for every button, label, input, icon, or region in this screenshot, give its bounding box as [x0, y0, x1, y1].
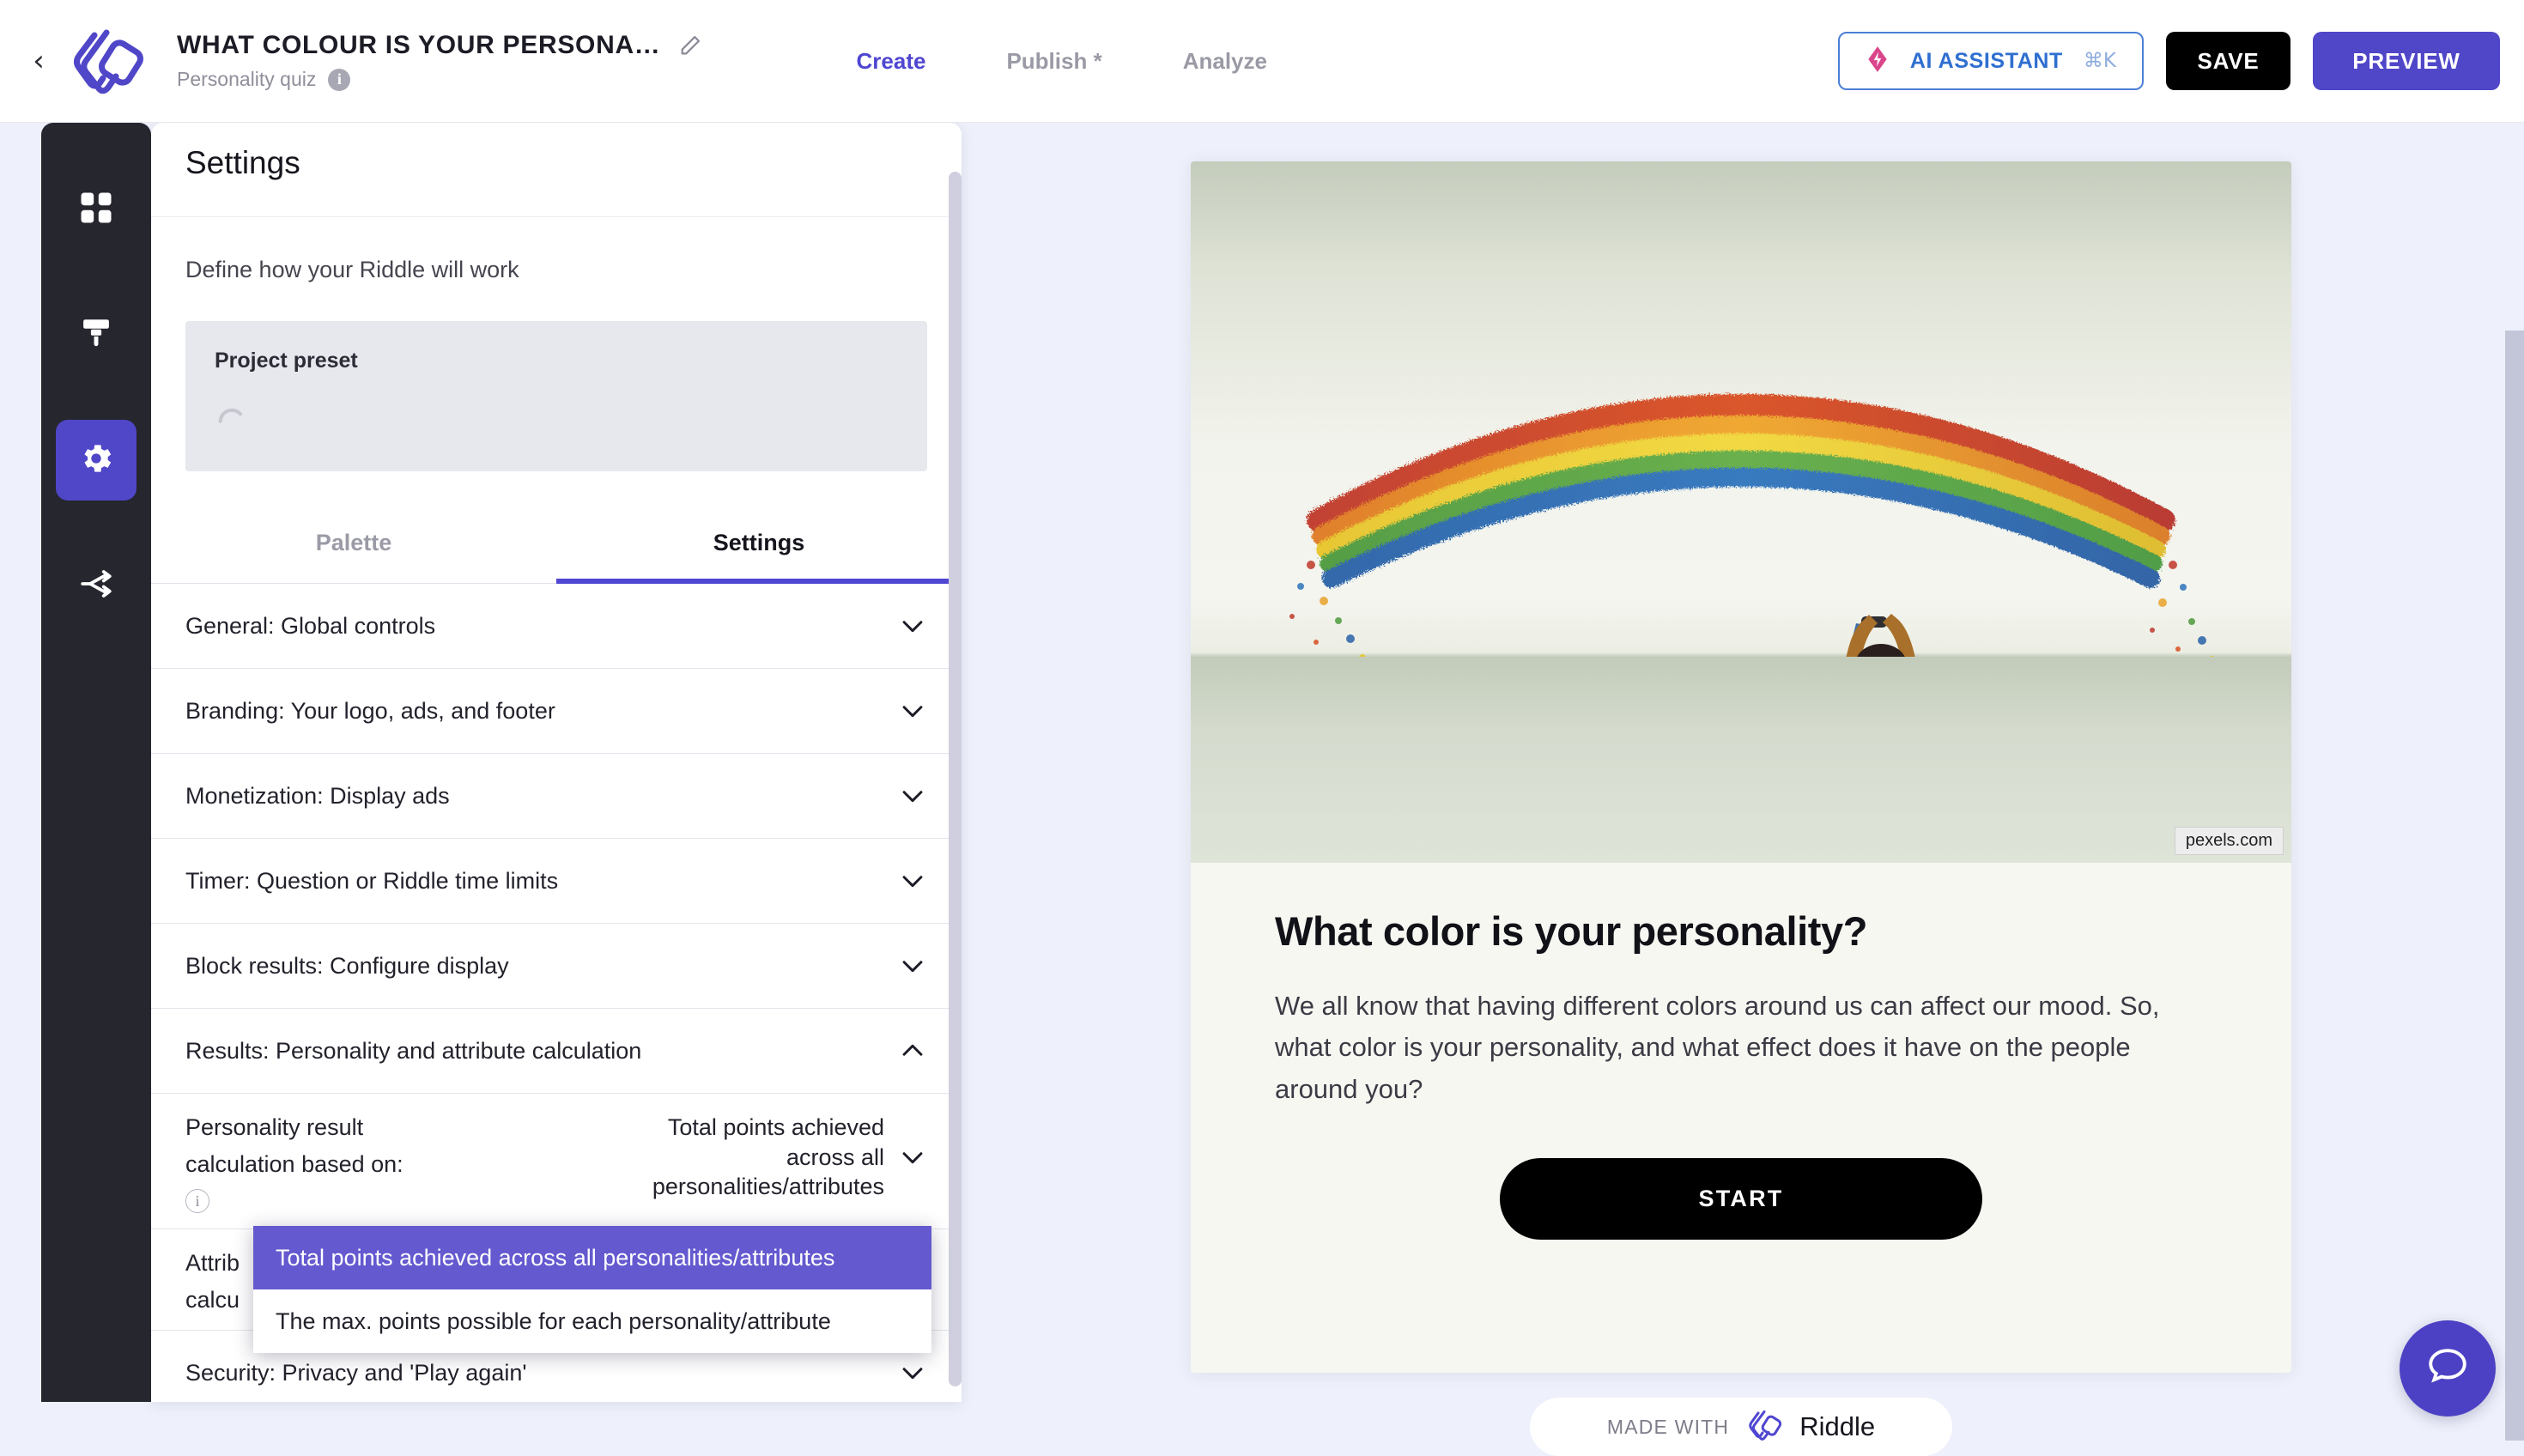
start-button[interactable]: START [1500, 1158, 1982, 1241]
accordion-general-label: General: Global controls [185, 612, 436, 639]
save-button[interactable]: SAVE [2166, 32, 2290, 90]
tab-create[interactable]: Create [857, 48, 926, 75]
pencil-icon[interactable] [678, 33, 702, 58]
chat-bubble-icon [2423, 1342, 2472, 1396]
left-rail [41, 123, 151, 1402]
personality-calculation-value[interactable]: Total points achieved across all persona… [601, 1113, 884, 1202]
project-preset-label: Project preset [215, 349, 358, 373]
tab-palette[interactable]: Palette [151, 511, 556, 584]
gear-icon [77, 440, 115, 482]
page-title: WHAT COLOUR IS YOUR PERSONA… [177, 31, 661, 59]
chevron-down-icon [898, 1358, 927, 1387]
made-with-label: MADE WITH [1606, 1415, 1730, 1438]
personality-calculation-label-line2: calculation based on: [185, 1150, 403, 1177]
project-title-block: WHAT COLOUR IS YOUR PERSONA… Personality… [177, 31, 702, 91]
main-nav: Create Publish * Analyze [857, 48, 1267, 75]
paintbrush-icon [78, 315, 114, 355]
rail-item-blocks[interactable] [56, 169, 137, 250]
ai-assistant-label: AI ASSISTANT [1909, 48, 2063, 73]
settings-panel: Settings Define how your Riddle will wor… [151, 123, 962, 1402]
tab-settings[interactable]: Settings [556, 511, 962, 584]
info-icon[interactable]: i [185, 1189, 209, 1214]
top-bar: ‹ WHAT COLOUR IS YOUR PERSONA… Personali… [0, 0, 2524, 123]
quiz-title: What color is your personality? [1275, 908, 1868, 954]
settings-panel-scrollbar[interactable] [949, 172, 962, 1386]
ai-assistant-button[interactable]: AI ASSISTANT ⌘K [1837, 32, 2144, 90]
accordion-monetization-label: Monetization: Display ads [185, 782, 450, 809]
chevron-down-icon [898, 866, 927, 895]
settings-tabs: Palette Settings [151, 511, 962, 584]
ai-assistant-shortcut: ⌘K [2083, 50, 2116, 72]
accordion-results-label: Results: Personality and attribute calcu… [185, 1037, 642, 1064]
project-type-label: Personality quiz [177, 68, 317, 90]
settings-panel-header: Settings [151, 123, 962, 217]
rail-item-design[interactable] [56, 294, 137, 375]
made-with-riddle-badge[interactable]: MADE WITH Riddle [1530, 1398, 1952, 1456]
project-preset-card[interactable]: Project preset [185, 321, 927, 471]
rail-item-settings[interactable] [56, 420, 137, 500]
chevron-down-icon [898, 951, 927, 980]
accordion-results[interactable]: Results: Personality and attribute calcu… [151, 1009, 962, 1094]
preview-content: What color is your personality? We all k… [1191, 863, 2291, 1241]
accordion-security-label: Security: Privacy and 'Play again' [185, 1359, 527, 1386]
attribute-calculation-label-line2: calcu [185, 1286, 240, 1313]
hero-floor [1191, 657, 2291, 863]
accordion-timer-label: Timer: Question or Riddle time limits [185, 867, 559, 894]
accordion-block-results[interactable]: Block results: Configure display [151, 924, 962, 1009]
rail-item-logic[interactable] [56, 545, 137, 626]
accordion-monetization[interactable]: Monetization: Display ads [151, 754, 962, 839]
top-actions: AI ASSISTANT ⌘K SAVE PREVIEW [1837, 32, 2500, 90]
chevron-up-icon [898, 1036, 927, 1065]
info-icon[interactable]: i [328, 68, 351, 91]
blocks-grid-icon [78, 190, 114, 230]
personality-calculation-label-line1: Personality result [185, 1114, 364, 1140]
sparkle-diamond-icon [1866, 46, 1890, 77]
loading-spinner-icon [215, 403, 898, 441]
chevron-down-icon[interactable] [898, 1143, 927, 1172]
personality-calculation-dropdown: Total points achieved across all persona… [253, 1226, 931, 1353]
back-chevron-icon[interactable]: ‹ [24, 46, 53, 76]
tab-analyze[interactable]: Analyze [1183, 48, 1267, 75]
quiz-description: We all know that having different colors… [1275, 991, 2160, 1104]
riddle-brand-label: Riddle [1799, 1411, 1876, 1441]
personality-calculation-row: Personality result calculation based on:… [151, 1094, 962, 1230]
chat-support-button[interactable] [2400, 1320, 2496, 1417]
attribute-calculation-label-line1: Attrib [185, 1250, 240, 1277]
quiz-preview-card: pexels.com What color is your personalit… [1191, 161, 2291, 1373]
accordion-timer[interactable]: Timer: Question or Riddle time limits [151, 839, 962, 924]
dropdown-option-total-points[interactable]: Total points achieved across all persona… [253, 1226, 931, 1289]
settings-panel-title: Settings [185, 145, 300, 180]
image-credit-badge: pexels.com [2174, 827, 2284, 855]
dropdown-option-max-points[interactable]: The max. points possible for each person… [253, 1289, 931, 1353]
chevron-down-icon [898, 781, 927, 810]
riddle-logo-icon[interactable] [65, 20, 148, 102]
accordion-general[interactable]: General: Global controls [151, 584, 962, 669]
accordion-branding-label: Branding: Your logo, ads, and footer [185, 697, 555, 724]
preview-button[interactable]: PREVIEW [2313, 32, 2500, 90]
chevron-down-icon [898, 696, 927, 725]
settings-panel-description: Define how your Riddle will work [185, 257, 519, 282]
share-nodes-icon [78, 566, 114, 606]
accordion-branding[interactable]: Branding: Your logo, ads, and footer [151, 669, 962, 754]
chevron-down-icon [898, 611, 927, 640]
accordion-block-results-label: Block results: Configure display [185, 952, 509, 979]
page-scrollbar[interactable] [2505, 331, 2524, 1441]
hero-image: pexels.com [1191, 161, 2291, 863]
tab-publish[interactable]: Publish * [1006, 48, 1101, 75]
